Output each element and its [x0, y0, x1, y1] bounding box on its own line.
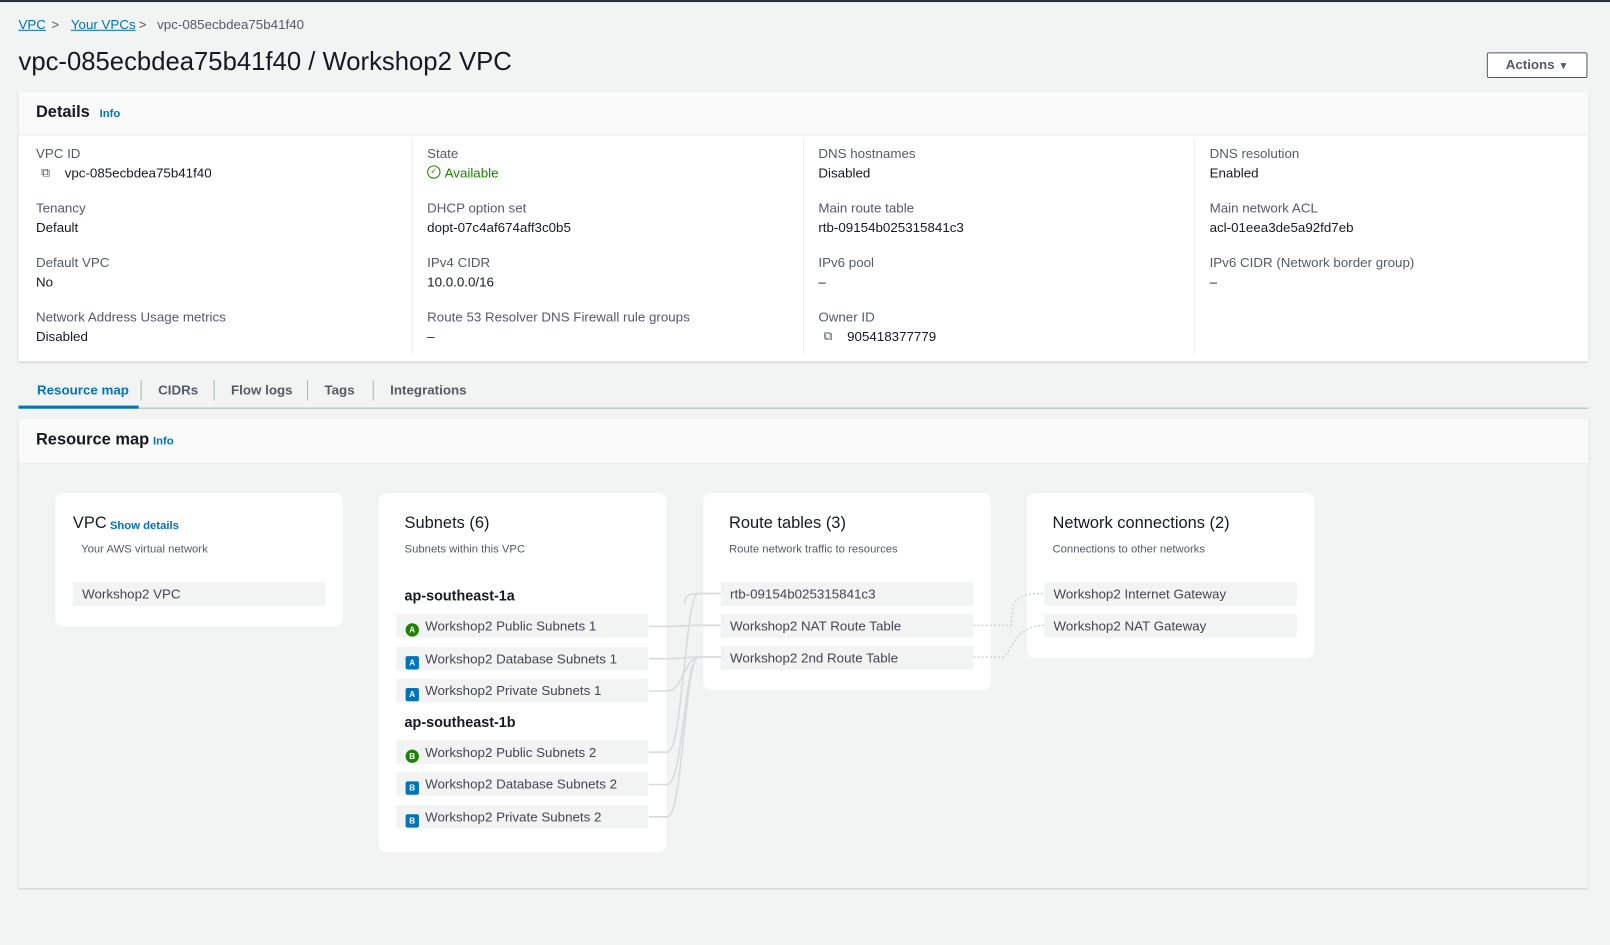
nat-igw-connector: [973, 592, 1046, 626]
resource-connections: [648, 592, 1046, 818]
subnet-route-connector: [648, 656, 721, 818]
route-natgw-connector: [973, 624, 1046, 658]
subnet-route-connector: [648, 624, 721, 628]
route-connector: [684, 592, 721, 604]
vpc-details-page: VPC > Your VPCs > vpc-085ecbdea75b41f40 …: [0, 0, 1610, 943]
